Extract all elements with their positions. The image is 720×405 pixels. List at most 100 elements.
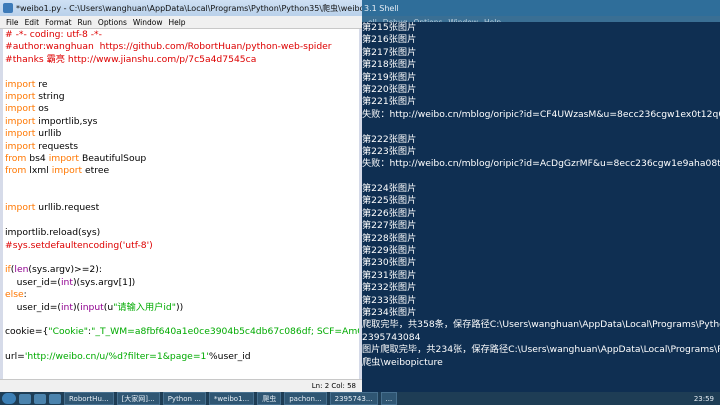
shell-output-line: 第225张图片 bbox=[362, 195, 417, 207]
code-area[interactable]: # -*- coding: utf-8 -*- #author:wanghuan … bbox=[3, 29, 359, 380]
editor-menu-window[interactable]: Window bbox=[133, 18, 163, 27]
shell-output-line: 第231张图片 bbox=[362, 269, 417, 281]
code-line: user_id=(int)(sys.argv[1]) bbox=[5, 277, 359, 289]
code-token: user_id=( bbox=[5, 301, 61, 313]
code-token: bs4 bbox=[26, 152, 49, 164]
shell-output-line: 第215张图片 bbox=[362, 22, 417, 33]
code-token: import bbox=[51, 165, 83, 177]
code-token: import bbox=[5, 115, 36, 127]
shell-output-line: 第216张图片 bbox=[362, 34, 417, 46]
code-line: import os bbox=[5, 103, 359, 115]
shell-output-line: 第224张图片 bbox=[362, 183, 417, 195]
code-line: import re bbox=[5, 79, 359, 91]
shell-window[interactable]: 3.1 Shell ellDebugOptionsWindowHelp 第215… bbox=[362, 0, 720, 392]
shell-output-line: 失败：http://weibo.cn/mblog/oripic?id=AcDgG… bbox=[362, 158, 720, 170]
code-line: import requests bbox=[5, 141, 359, 153]
editor-menu-help[interactable]: Help bbox=[168, 18, 185, 27]
code-line: #sys.setdefaultencoding('utf-8') bbox=[5, 240, 359, 252]
code-token: url= bbox=[5, 351, 25, 363]
editor-window[interactable]: *weibo1.py - C:\Users\wanghuan\AppData\L… bbox=[0, 0, 363, 392]
shell-output-line: 第229张图片 bbox=[362, 245, 417, 257]
shell-output-line: 第233张图片 bbox=[362, 294, 417, 306]
code-line: url='http://weibo.cn/u/%d?filter=1&page=… bbox=[5, 351, 359, 363]
editor-statusbar: Ln: 2 Col: 58 bbox=[0, 379, 362, 392]
code-token: requests bbox=[35, 140, 78, 152]
shell-output-line: 第222张图片 bbox=[362, 133, 417, 145]
code-token: import bbox=[48, 152, 80, 164]
editor-menu-options[interactable]: Options bbox=[98, 18, 127, 27]
shell-output-line: 第218张图片 bbox=[362, 59, 417, 71]
code-token: "请输入用户id" bbox=[113, 301, 176, 313]
code-token: etree bbox=[82, 165, 110, 177]
code-token: re bbox=[35, 78, 48, 90]
taskbar-item[interactable]: 爬虫 bbox=[257, 392, 282, 405]
editor-menubar: File Edit Format Run Options Window Help bbox=[0, 16, 362, 29]
code-token: input bbox=[80, 301, 104, 313]
shell-output-line bbox=[362, 171, 720, 183]
code-token: )(sys.argv[1]) bbox=[72, 276, 136, 288]
taskbar-item[interactable]: Python ... bbox=[162, 392, 206, 405]
code-token: #sys.setdefaultencoding('utf-8') bbox=[5, 239, 153, 251]
code-token: int bbox=[60, 276, 73, 288]
taskbar-item[interactable]: pachon... bbox=[284, 392, 327, 405]
code-token: import bbox=[5, 78, 36, 90]
code-token: cookie={ bbox=[5, 326, 49, 338]
code-token: lxml bbox=[26, 165, 52, 177]
code-token: import bbox=[5, 103, 36, 115]
editor-menu-format[interactable]: Format bbox=[45, 18, 71, 27]
code-token: len bbox=[14, 264, 29, 276]
taskbar-item[interactable]: *weibo1... bbox=[208, 392, 255, 405]
code-token: 'http://weibo.cn/u/%d?filter=1&page=1' bbox=[24, 351, 209, 363]
pinned-app-icon[interactable] bbox=[34, 393, 46, 404]
code-token: #author:wanghuan https://github.com/Robo… bbox=[5, 41, 332, 53]
taskbar: RobortHu... [大家网]... Python ... *weibo1... 爬… bbox=[0, 392, 720, 405]
code-line: importlib.reload(sys) bbox=[5, 227, 359, 239]
pinned-app-icon[interactable] bbox=[49, 393, 61, 404]
editor-titlebar[interactable]: *weibo1.py - C:\Users\wanghuan\AppData\L… bbox=[0, 0, 362, 16]
taskbar-item[interactable]: [大家网]... bbox=[116, 392, 160, 405]
taskbar-item[interactable]: ... bbox=[380, 392, 398, 405]
code-line: #thanks 霸亮 http://www.jianshu.com/p/7c5a… bbox=[5, 54, 359, 66]
taskbar-item[interactable]: RobortHu... bbox=[64, 392, 114, 405]
clock[interactable]: 23:59 bbox=[694, 395, 714, 403]
code-line: if(len(sys.argv)>=2): bbox=[5, 264, 359, 276]
code-token: "Cookie" bbox=[48, 326, 89, 338]
shell-output-line bbox=[362, 121, 720, 133]
editor-menu-file[interactable]: File bbox=[6, 18, 19, 27]
code-token: %user_id bbox=[208, 351, 251, 363]
shell-output-line: 第219张图片 bbox=[362, 71, 417, 83]
code-token: user_id=( bbox=[5, 276, 61, 288]
code-token: "_T_WM=a8fbf640a1e0ce3904b5c4db67c086df;… bbox=[91, 326, 359, 338]
code-line: cookie={"Cookie":"_T_WM=a8fbf640a1e0ce39… bbox=[5, 326, 359, 338]
code-line: from bs4 import BeautifulSoup bbox=[5, 153, 359, 165]
code-token: # -*- coding: utf-8 -*- bbox=[5, 29, 102, 40]
editor-menu-run[interactable]: Run bbox=[78, 18, 92, 27]
shell-output-line: 第221张图片 bbox=[362, 96, 417, 108]
start-button[interactable] bbox=[2, 393, 16, 404]
shell-titlebar[interactable]: 3.1 Shell bbox=[362, 0, 720, 16]
code-token: import bbox=[5, 128, 36, 140]
code-token: )) bbox=[175, 301, 184, 313]
code-token: urllib.request bbox=[35, 202, 100, 214]
code-token: from bbox=[5, 152, 27, 164]
shell-output-line: 第234张图片 bbox=[362, 306, 417, 318]
python-file-icon bbox=[3, 3, 13, 13]
code-token: from bbox=[5, 165, 27, 177]
code-token: BeautifulSoup bbox=[79, 152, 147, 164]
code-line: # -*- coding: utf-8 -*- bbox=[5, 29, 359, 41]
pinned-app-icon[interactable] bbox=[19, 393, 31, 404]
code-token: os bbox=[35, 103, 49, 115]
shell-output-line: 第230张图片 bbox=[362, 257, 417, 269]
taskbar-item[interactable]: 2395743... bbox=[329, 392, 378, 405]
code-token: import bbox=[5, 140, 36, 152]
shell-output[interactable]: 第215张图片 第216张图片 第217张图片 第218张图片 第219张图片 第220张… bbox=[362, 22, 720, 392]
editor-menu-edit[interactable]: Edit bbox=[25, 18, 40, 27]
code-token: : bbox=[23, 289, 27, 301]
code-line: import urllib bbox=[5, 128, 359, 140]
shell-output-line: 第220张图片 bbox=[362, 83, 417, 95]
